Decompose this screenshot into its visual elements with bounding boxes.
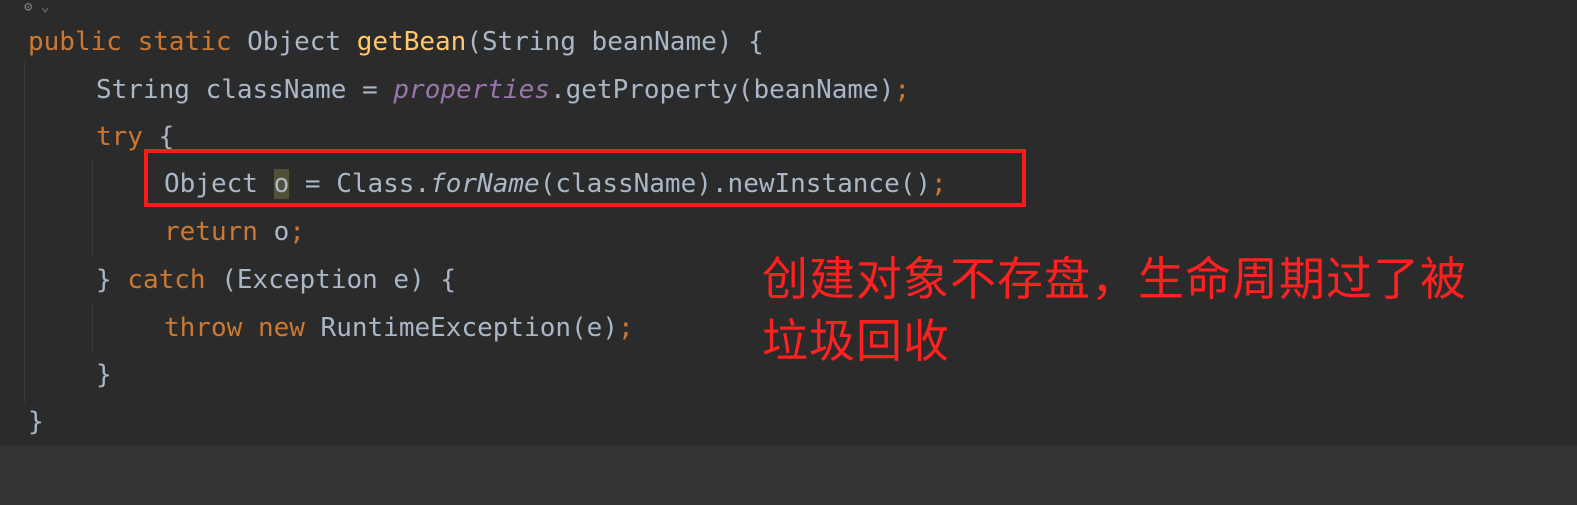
code-line-6[interactable]: } catch (Exception e) { — [96, 260, 456, 300]
keyword: throw — [164, 313, 243, 343]
code-text: { — [142, 122, 175, 152]
code-text: } — [96, 360, 112, 390]
code-line-7[interactable]: throw new RuntimeException(e); — [164, 308, 634, 348]
method-name: getBean — [356, 27, 467, 57]
code-text: o — [257, 217, 290, 247]
keyword: new — [257, 313, 305, 343]
annotation-line-2: 垃圾回收 — [762, 314, 950, 368]
code-text: } — [28, 407, 44, 437]
semicolon: ; — [894, 75, 910, 105]
code-line-8[interactable]: } — [96, 355, 112, 395]
semicolon: ; — [289, 217, 305, 247]
code-text: String className = — [96, 75, 394, 105]
field-reference: properties — [393, 75, 550, 105]
indent-guide — [92, 160, 93, 256]
code-text: (Exception e) { — [205, 265, 457, 295]
keyword: catch — [127, 265, 206, 295]
editor-bottom-area — [0, 446, 1577, 505]
code-text: .getProperty(beanName) — [549, 75, 895, 105]
keyword: try — [96, 122, 143, 152]
semicolon: ; — [617, 313, 634, 343]
keyword: public — [28, 27, 122, 57]
code-line-1[interactable]: public static Object getBean(String bean… — [28, 22, 764, 62]
code-line-5[interactable]: return o; — [164, 212, 305, 252]
indent-guide — [92, 304, 93, 352]
annotation-highlight-box — [144, 149, 1026, 207]
annotation-text: 创建对象不存盘，生命周期过了被 垃圾回收 — [762, 248, 1562, 372]
code-line-9[interactable]: } — [28, 402, 44, 442]
indent-guide — [24, 62, 25, 402]
return-type: Object — [247, 27, 342, 57]
code-text: } — [96, 265, 128, 295]
code-editor[interactable]: ⚙ ⌄ public static Object getBean(String … — [0, 0, 1577, 446]
keyword: return — [164, 217, 258, 247]
keyword: static — [137, 27, 232, 57]
code-line-2[interactable]: String className = properties.getPropert… — [96, 70, 910, 110]
code-vision-icon[interactable]: ⚙ ⌄ — [24, 0, 80, 14]
method-params: (String beanName) { — [466, 27, 764, 57]
code-text: RuntimeException(e) — [304, 313, 618, 343]
annotation-line-1: 创建对象不存盘，生命周期过了被 — [762, 252, 1467, 306]
